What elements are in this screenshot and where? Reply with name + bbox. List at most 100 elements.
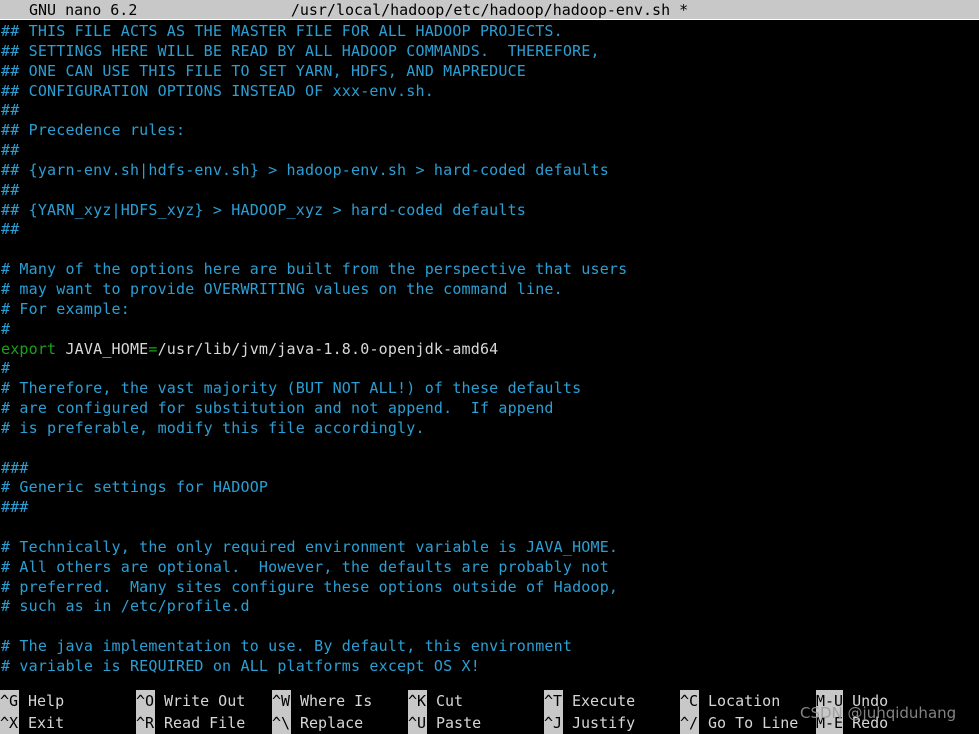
editor-line[interactable]: # Technically, the only required environ… — [0, 538, 979, 558]
editor-line[interactable]: # All others are optional. However, the … — [0, 558, 979, 578]
editor-token: ## {yarn-env.sh|hdfs-env.sh} > hadoop-en… — [1, 160, 609, 179]
help-shortcut-key: ^U — [408, 712, 427, 734]
editor-token: # such as in /etc/profile.d — [1, 597, 250, 616]
nano-help-bar: ^G Help ^O Write Out ^W Where Is ^K Cut ^T Execut… — [0, 690, 979, 734]
editor-text-area[interactable]: ## THIS FILE ACTS AS THE MASTER FILE FOR… — [0, 20, 979, 690]
editor-token: ### — [1, 458, 29, 477]
editor-line[interactable]: # are configured for substitution and no… — [0, 399, 979, 419]
help-shortcut-key: ^\ — [272, 712, 291, 734]
editor-token: JAVA_HOME — [56, 339, 149, 358]
help-shortcut-label: Paste — [436, 714, 482, 732]
editor-token: ## ONE CAN USE THIS FILE TO SET YARN, HD… — [1, 61, 527, 80]
help-bar-row-2: ^X Exit ^R Read File ^\ Replace ^U Paste ^J Justi… — [0, 712, 979, 734]
editor-token: # Therefore, the vast majority (BUT NOT … — [1, 379, 582, 398]
help-shortcut-exit[interactable]: ^X Exit — [0, 712, 64, 734]
help-shortcut-label: Read File — [164, 714, 246, 732]
editor-line[interactable]: # preferred. Many sites configure these … — [0, 578, 979, 598]
editor-line[interactable]: ## {YARN_xyz|HDFS_xyz} > HADOOP_xyz > ha… — [0, 201, 979, 221]
editor-token: = — [148, 339, 158, 358]
editor-line[interactable] — [0, 617, 979, 637]
help-shortcut-label: Write Out — [164, 692, 246, 710]
editor-line[interactable]: # Therefore, the vast majority (BUT NOT … — [0, 379, 979, 399]
help-shortcut-label: Go To Line — [708, 714, 799, 732]
editor-line[interactable]: # is preferable, modify this file accord… — [0, 419, 979, 439]
editor-token: /usr/lib/jvm/java-1.8.0-openjdk-amd64 — [157, 339, 499, 358]
help-shortcut-label: Replace — [300, 714, 364, 732]
editor-line[interactable]: # For example: — [0, 300, 979, 320]
help-shortcut-key: ^O — [136, 690, 155, 712]
editor-line[interactable]: # Generic settings for HADOOP — [0, 478, 979, 498]
editor-line[interactable] — [0, 240, 979, 260]
help-shortcut-location[interactable]: ^C Location — [680, 690, 780, 712]
terminal-screen: GNU nano 6.2 /usr/local/hadoop/etc/hadoo… — [0, 0, 979, 734]
editor-line[interactable]: ## — [0, 220, 979, 240]
editor-line[interactable]: ## SETTINGS HERE WILL BE READ BY ALL HAD… — [0, 42, 979, 62]
editor-line[interactable] — [0, 518, 979, 538]
editor-token — [1, 439, 10, 457]
editor-line[interactable]: ### — [0, 459, 979, 479]
editor-line[interactable]: ## Precedence rules: — [0, 121, 979, 141]
help-shortcut-label: Undo — [852, 692, 889, 710]
editor-token — [1, 518, 10, 536]
editor-line[interactable]: # variable is REQUIRED on ALL platforms … — [0, 657, 979, 677]
help-shortcut-key: ^/ — [680, 712, 699, 734]
editor-line[interactable]: ## ONE CAN USE THIS FILE TO SET YARN, HD… — [0, 62, 979, 82]
editor-token: # is preferable, modify this file accord… — [1, 418, 425, 437]
editor-token: # For example: — [1, 299, 130, 318]
editor-token: # preferred. Many sites configure these … — [1, 577, 619, 596]
help-shortcut-help[interactable]: ^G Help — [0, 690, 64, 712]
help-shortcut-go-to-line[interactable]: ^/ Go To Line — [680, 712, 798, 734]
editor-line[interactable]: ## {yarn-env.sh|hdfs-env.sh} > hadoop-en… — [0, 161, 979, 181]
help-shortcut-replace[interactable]: ^\ Replace — [272, 712, 363, 734]
help-shortcut-label: Execute — [572, 692, 636, 710]
editor-line[interactable]: export JAVA_HOME=/usr/lib/jvm/java-1.8.0… — [0, 340, 979, 360]
help-shortcut-execute[interactable]: ^T Execute — [544, 690, 635, 712]
editor-line[interactable]: # The java implementation to use. By def… — [0, 637, 979, 657]
help-shortcut-key: ^T — [544, 690, 563, 712]
editor-line[interactable]: ### — [0, 498, 979, 518]
editor-token — [1, 240, 10, 258]
editor-token: ## Precedence rules: — [1, 121, 186, 140]
editor-token: # — [1, 319, 11, 338]
help-shortcut-where-is[interactable]: ^W Where Is — [272, 690, 372, 712]
editor-line[interactable]: # — [0, 359, 979, 379]
help-shortcut-label: Help — [28, 692, 65, 710]
help-shortcut-undo[interactable]: M-U Undo — [816, 690, 888, 712]
help-bar-row-1: ^G Help ^O Write Out ^W Where Is ^K Cut ^T Execut… — [0, 690, 979, 712]
help-shortcut-cut[interactable]: ^K Cut — [408, 690, 463, 712]
editor-line[interactable]: ## — [0, 141, 979, 161]
editor-token: # Many of the options here are built fro… — [1, 260, 628, 279]
editor-token: # Technically, the only required environ… — [1, 537, 619, 556]
editor-line[interactable]: # Many of the options here are built fro… — [0, 260, 979, 280]
editor-token: ## CONFIGURATION OPTIONS INSTEAD OF xxx-… — [1, 81, 434, 100]
help-shortcut-write-out[interactable]: ^O Write Out — [136, 690, 245, 712]
editor-line[interactable]: # may want to provide OVERWRITING values… — [0, 280, 979, 300]
editor-token: ## SETTINGS HERE WILL BE READ BY ALL HAD… — [1, 41, 600, 60]
editor-line[interactable]: # such as in /etc/profile.d — [0, 597, 979, 617]
editor-token: # are configured for substitution and no… — [1, 399, 554, 418]
help-shortcut-key: M-U — [816, 690, 844, 712]
editor-token: export — [1, 339, 57, 358]
editor-line[interactable]: ## — [0, 101, 979, 121]
help-shortcut-key: ^J — [544, 712, 563, 734]
editor-token: # — [1, 359, 11, 378]
editor-token: ## — [1, 141, 20, 160]
help-shortcut-redo[interactable]: M-E Redo — [816, 712, 888, 734]
help-shortcut-key: ^X — [0, 712, 19, 734]
editor-token: # Generic settings for HADOOP — [1, 478, 269, 497]
editor-token: # variable is REQUIRED on ALL platforms … — [1, 657, 480, 675]
help-shortcut-paste[interactable]: ^U Paste — [408, 712, 481, 734]
editor-line[interactable]: ## CONFIGURATION OPTIONS INSTEAD OF xxx-… — [0, 82, 979, 102]
help-shortcut-label: Where Is — [300, 692, 373, 710]
nano-title-bar: GNU nano 6.2 /usr/local/hadoop/etc/hadoo… — [0, 0, 979, 20]
editor-line[interactable] — [0, 439, 979, 459]
editor-token: ## THIS FILE ACTS AS THE MASTER FILE FOR… — [1, 22, 563, 40]
editor-line[interactable]: ## — [0, 181, 979, 201]
help-shortcut-label: Exit — [28, 714, 65, 732]
nano-filename-label: /usr/local/hadoop/etc/hadoop/hadoop-env.… — [290, 1, 689, 19]
help-shortcut-key: ^G — [0, 690, 19, 712]
editor-line[interactable]: # — [0, 320, 979, 340]
help-shortcut-read-file[interactable]: ^R Read File — [136, 712, 245, 734]
help-shortcut-justify[interactable]: ^J Justify — [544, 712, 635, 734]
editor-line[interactable]: ## THIS FILE ACTS AS THE MASTER FILE FOR… — [0, 22, 979, 42]
